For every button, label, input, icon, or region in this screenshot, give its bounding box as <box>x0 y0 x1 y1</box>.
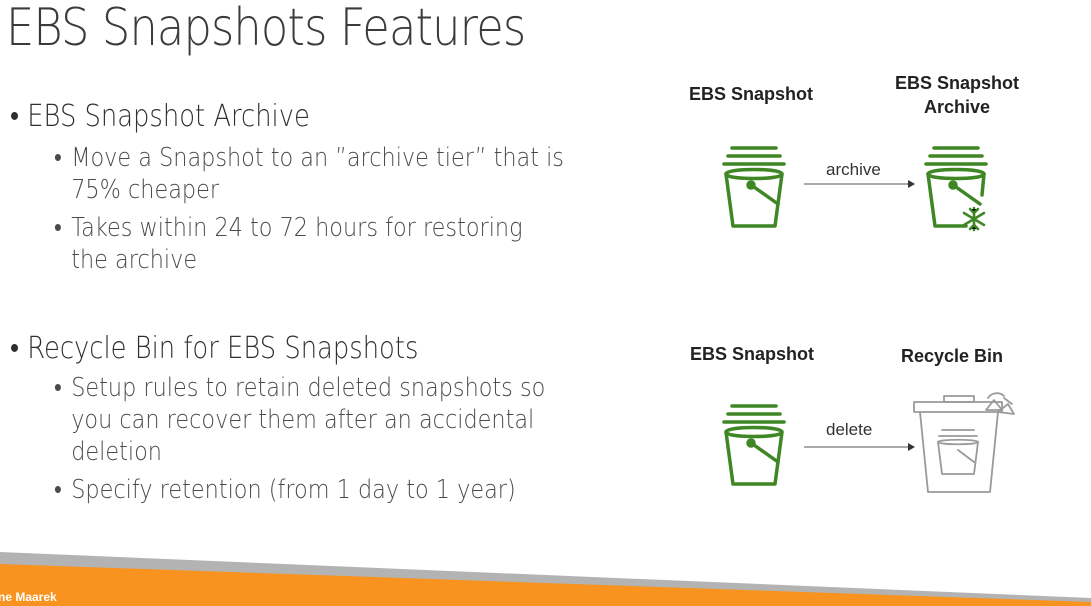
bullet-archive-2: Takes within 24 to 72 hours for restorin… <box>54 212 532 276</box>
bullet-text: deletion <box>71 437 162 467</box>
archive-source-label: EBS Snapshot <box>688 84 813 104</box>
archive-target-label: EBS Snapshot Archive <box>882 71 1032 119</box>
footer-author: ne Maarek <box>0 590 57 604</box>
recycle-edge-label: delete <box>826 420 873 439</box>
archive-target-label-line2: Archive <box>923 97 991 117</box>
recycle-bin-icon <box>913 392 1015 493</box>
ebs-snapshot-icon <box>722 146 786 228</box>
section-heading-recycle: Recycle Bin for EBS Snapshots <box>10 330 526 368</box>
bullet-text: the archive <box>71 245 198 275</box>
bullet-recycle-2: Specify retention (from 1 day to 1 year) <box>54 474 532 506</box>
bullet-archive-1: Move a Snapshot to an ”archive tier” tha… <box>54 142 564 206</box>
bullet-text: Setup rules to retain deleted snapshots … <box>71 373 546 403</box>
archive-target-label-line1: EBS Snapshot <box>894 73 1019 93</box>
ebs-snapshot-icon <box>722 404 786 486</box>
footer-bar <box>0 552 1091 606</box>
bullet-list: EBS Snapshot Archive Move a Snapshot to … <box>10 98 610 506</box>
ebs-snapshot-archive-icon <box>924 146 988 232</box>
archive-edge-label: archive <box>826 160 881 179</box>
bullet-text: you can recover them after an accidental <box>71 405 535 435</box>
bullet-text: 75% cheaper <box>71 175 220 205</box>
bullet-text: Move a Snapshot to an ”archive tier” tha… <box>71 143 564 173</box>
recycle-source-label: EBS Snapshot <box>689 344 814 364</box>
arrow-right-icon <box>804 443 915 451</box>
recycle-target-label: Recycle Bin <box>900 346 1004 366</box>
bullet-text: Specify retention (from 1 day to 1 year) <box>71 475 516 505</box>
bullet-recycle-1: Setup rules to retain deleted snapshots … <box>54 372 546 468</box>
bullet-text: Takes within 24 to 72 hours for restorin… <box>71 213 523 243</box>
slide-title: EBS Snapshots Features <box>6 0 526 58</box>
section-heading-archive: EBS Snapshot Archive <box>10 98 526 136</box>
